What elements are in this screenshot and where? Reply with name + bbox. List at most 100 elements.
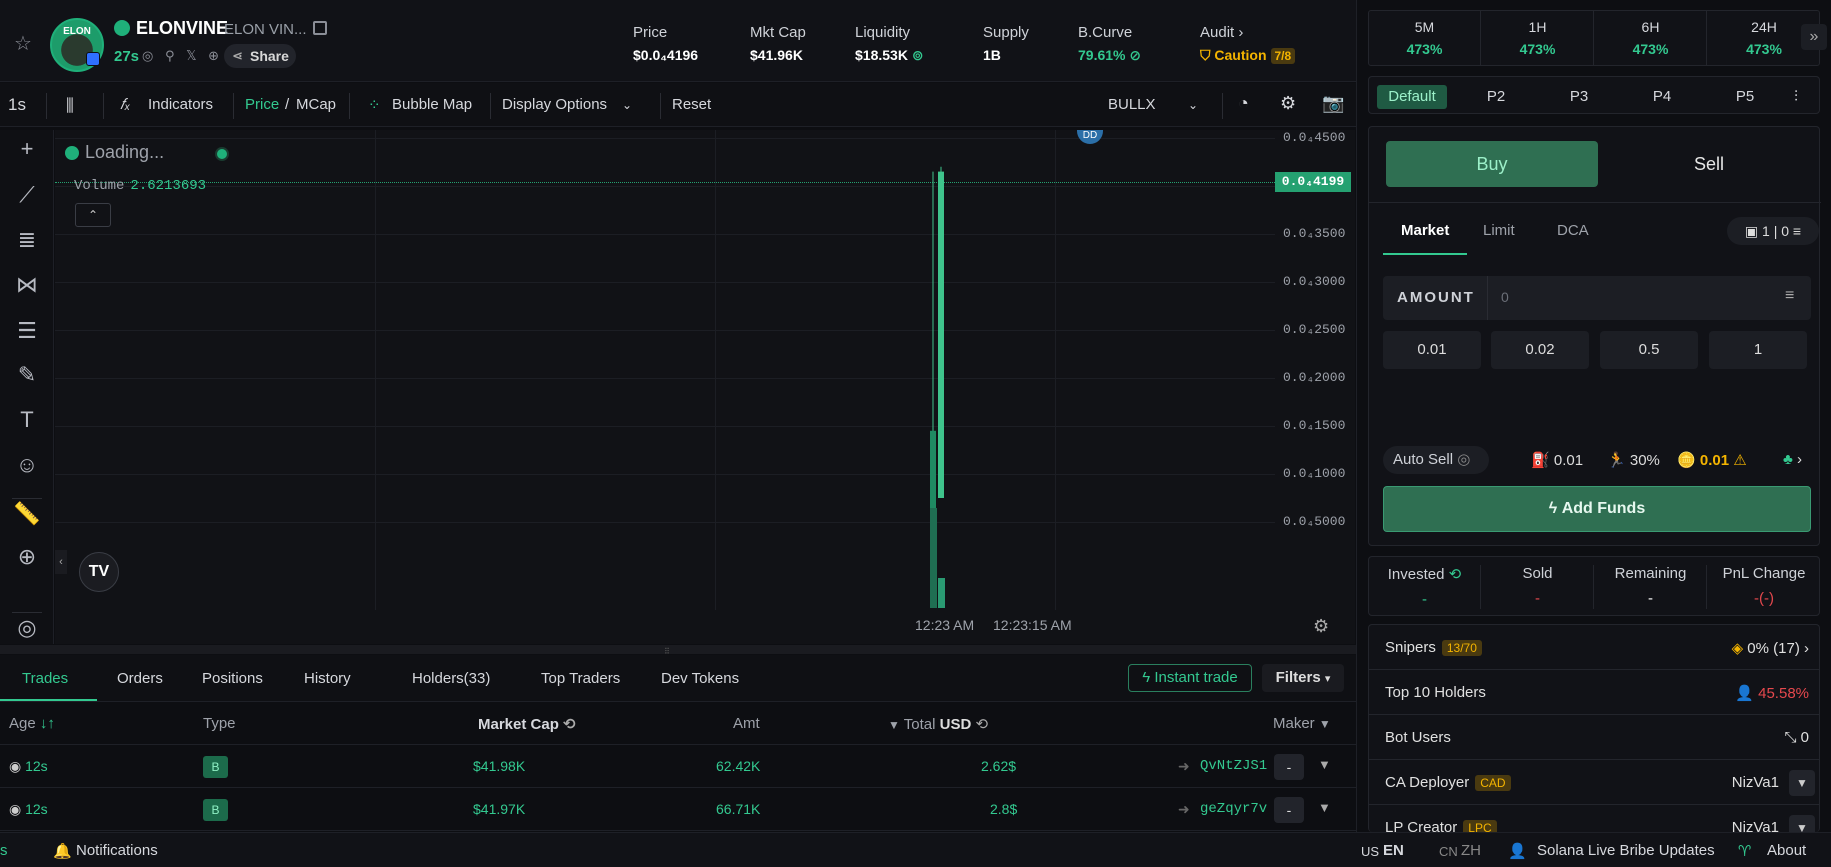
col-maker[interactable]: Maker ▼ [1273,715,1331,732]
order-tab-limit[interactable]: Limit [1483,222,1515,239]
emoji-icon[interactable]: ☺ [12,450,42,480]
tab-top-traders[interactable]: Top Traders [541,670,620,687]
row-maker[interactable]: geZqyr7v [1200,801,1267,817]
text-tool-icon[interactable]: T [12,405,42,435]
sell-button[interactable]: Sell [1609,141,1809,187]
reset-button[interactable]: Reset [672,96,711,113]
auto-sell-toggle[interactable]: Auto Sell ◎ [1383,446,1489,474]
preset-p3[interactable]: P3 [1544,85,1614,109]
camera-icon[interactable]: 📷 [1322,93,1344,114]
col-market-cap[interactable]: Market Cap ⟲ [478,715,576,733]
pattern-icon[interactable]: ⋈ [12,270,42,300]
about-link[interactable]: About [1767,842,1806,859]
info-row-lp-creator[interactable]: LP Creator LPC NizVa1 ▼ [1369,805,1819,832]
crosshair-icon[interactable]: + [12,134,42,164]
info-row-top10[interactable]: Top 10 Holders 👤 45.58% [1369,670,1819,715]
menu-icon[interactable]: ≡ [1785,287,1794,305]
mev-icon[interactable]: ♣ › [1783,451,1802,468]
collapse-rail-button[interactable]: ‹ [55,550,67,574]
mcap-toggle[interactable]: MCap [296,96,336,113]
horizontal-lines-icon[interactable]: ≣ [12,225,42,255]
tab-history[interactable]: History [304,670,351,687]
priority-setting[interactable]: 🪙 0.01 ⚠ [1677,451,1747,469]
col-age[interactable]: Age ↓↑ [9,715,55,732]
preset-default[interactable]: Default [1377,85,1447,109]
table-row[interactable]: ◉ 12s B $41.98K 62.42K 2.62$ ➜ QvNtZJS1 … [0,746,1356,788]
bubble-map-button[interactable]: Bubble Map [392,96,472,113]
social-icons[interactable]: ◎ ⚲ 𝕏 ⊕ [142,48,223,64]
amount-field[interactable]: AMOUNT 0 ≡ [1383,276,1811,320]
indicators-button[interactable]: Indicators [148,96,213,113]
lang-en[interactable]: EN [1383,842,1404,859]
tab-trades[interactable]: Trades [22,670,68,687]
quick-amount-001[interactable]: 0.01 [1383,331,1481,369]
expand-icon[interactable]: » [1801,24,1827,50]
funnel-icon[interactable]: ▼ [1789,770,1815,796]
preset-p4[interactable]: P4 [1627,85,1697,109]
tab-orders[interactable]: Orders [117,670,163,687]
magnet-icon[interactable]: ◎ [12,612,42,640]
instant-trade-button[interactable]: ϟ Instant trade [1128,664,1252,692]
table-row[interactable]: ◉ 12s B $41.97K 66.71K 2.8$ ➜ geZqyr7v -… [0,789,1356,831]
order-tab-dca[interactable]: DCA [1557,222,1589,239]
tf-1h[interactable]: 1H 473% [1482,11,1594,65]
audit-section[interactable]: Audit › ⛉ Caution 7/8 [1200,24,1296,64]
notifications-link[interactable]: Notifications [76,842,158,859]
brush-icon[interactable]: ✎ [12,360,42,390]
preset-p2[interactable]: P2 [1461,85,1531,109]
collapse-legend-button[interactable]: ⌃ [75,203,111,227]
copy-icon[interactable] [313,21,327,35]
zoom-in-icon[interactable]: ⊕ [12,542,42,572]
gas-setting[interactable]: ⛽ 0.01 [1531,451,1583,469]
refresh-icon[interactable]: ⟲ [1449,566,1462,583]
row-action-button[interactable]: - [1274,754,1304,780]
star-icon[interactable]: ☆ [14,34,34,54]
slippage-setting[interactable]: 🏃 30% [1607,451,1660,469]
lang-cn[interactable]: CN [1439,844,1458,859]
funnel-icon[interactable]: ▼ [1789,815,1815,832]
quick-amount-05[interactable]: 0.5 [1600,331,1698,369]
filters-button[interactable]: Filters ▾ [1262,664,1344,692]
provider-select[interactable]: BULLX [1108,96,1156,113]
amount-input[interactable]: 0 [1501,289,1509,305]
info-row-ca-deployer[interactable]: CA Deployer CAD NizVa1 ▼ [1369,760,1819,805]
share-button[interactable]: ⋖ Share [224,44,296,68]
panel-resize-handle[interactable]: ⠿ [0,645,1356,656]
chart-settings-icon[interactable]: ⚙ [1313,616,1333,636]
ruler-icon[interactable]: 📏 [12,498,42,528]
solana-updates-link[interactable]: Solana Live Bribe Updates [1537,842,1715,859]
tab-dev-tokens[interactable]: Dev Tokens [661,670,739,687]
info-value[interactable]: NizVa1 [1732,774,1779,791]
quick-amount-1[interactable]: 1 [1709,331,1807,369]
info-row-snipers[interactable]: Snipers 13/70 ◈ 0% (17) › [1369,625,1819,670]
funnel-icon[interactable]: ▼ [1318,757,1331,772]
row-maker[interactable]: QvNtZJS1 [1200,758,1267,774]
info-row-bot-users[interactable]: Bot Users ⤡ 0 [1369,715,1819,760]
tf-6h[interactable]: 6H 473% [1595,11,1707,65]
lang-zh[interactable]: ZH [1461,842,1481,859]
order-tab-market[interactable]: Market [1401,222,1449,239]
tab-holders[interactable]: Holders(33) [412,670,490,687]
info-value[interactable]: NizVa1 [1732,819,1779,832]
wallet-selector[interactable]: ▣ 1 | 0 ≡ [1727,217,1819,245]
display-options-button[interactable]: Display Options [502,96,607,113]
price-chart[interactable]: 0.0₄45000.0₄40000.0₄35000.0₄30000.0₄2500… [55,130,1355,644]
gear-icon[interactable]: ⚙ [1280,93,1296,114]
candle-type-icon[interactable]: ⫼ [66,96,74,116]
row-action-button[interactable]: - [1274,797,1304,823]
trendline-icon[interactable]: ⟋ [12,180,42,210]
fib-icon[interactable]: ☰ [12,316,42,346]
funnel-icon[interactable]: ▼ [1318,800,1331,815]
col-total[interactable]: ▼ Total USD ⟲ [888,715,988,733]
quick-amount-002[interactable]: 0.02 [1491,331,1589,369]
tradingview-logo[interactable]: TV [79,552,119,592]
buy-button[interactable]: Buy [1386,141,1598,187]
preset-p5[interactable]: P5 [1710,85,1780,109]
add-funds-button[interactable]: ϟ Add Funds [1383,486,1811,532]
interval-selector[interactable]: 1s [8,95,26,115]
tf-5m[interactable]: 5M 473% [1369,11,1481,65]
price-toggle[interactable]: Price [245,96,279,113]
sliders-icon[interactable]: ⫶ [1779,85,1813,109]
replay-icon[interactable]: ◔ [1238,93,1249,114]
tab-positions[interactable]: Positions [202,670,263,687]
